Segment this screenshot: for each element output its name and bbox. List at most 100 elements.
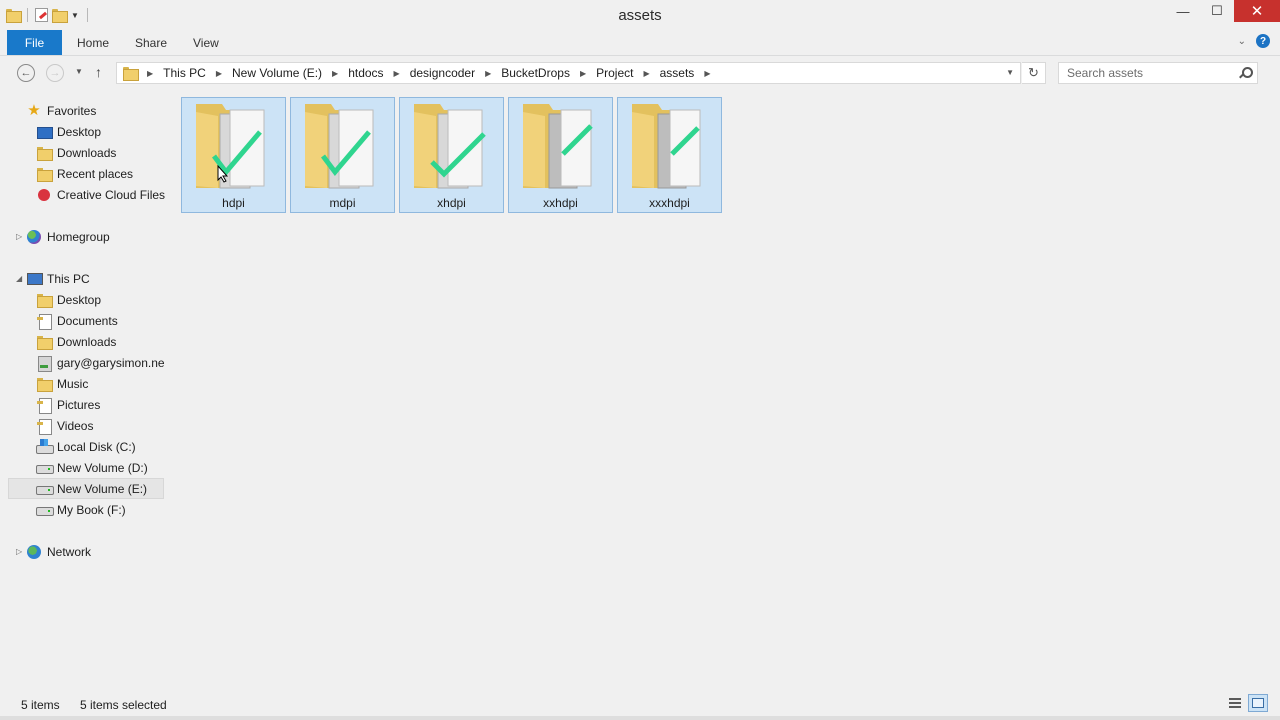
sidebar-network[interactable]: Network [26, 541, 91, 562]
drive-icon [36, 502, 54, 518]
title-bar: ▼ assets — ☐ ✕ [0, 0, 1280, 30]
folder-name: xxxhdpi [649, 196, 690, 210]
drive-icon [36, 481, 54, 497]
videos-folder-icon [36, 418, 52, 435]
maximize-button[interactable]: ☐ [1200, 0, 1234, 22]
tab-view[interactable]: View [193, 36, 219, 50]
sidebar-item-label: Network [47, 544, 92, 559]
search-icon[interactable] [1239, 67, 1253, 79]
sidebar-item-network-drive[interactable]: gary@garysimon.ne [36, 352, 165, 373]
breadcrumb-project[interactable]: Project [596, 66, 633, 80]
navigation-bar: ← → ▼ ↑ ▶ This PC ▶ New Volume (E:) ▶ ht… [0, 56, 1280, 88]
sidebar-favorites[interactable]: ★ Favorites [26, 100, 96, 121]
recent-locations-dropdown-icon[interactable]: ▼ [75, 67, 83, 76]
network-icon [26, 544, 42, 560]
sidebar-item-label: New Volume (D:) [57, 460, 148, 475]
tab-home[interactable]: Home [77, 36, 109, 50]
breadcrumb-assets[interactable]: assets [660, 66, 695, 80]
window-controls: — ☐ ✕ [1166, 0, 1280, 22]
breadcrumb-separator-icon[interactable]: ▶ [147, 69, 153, 78]
folder-checkmark-icon [523, 104, 593, 189]
creative-cloud-icon [36, 187, 52, 203]
sidebar-item-pc-downloads[interactable]: Downloads [36, 331, 116, 352]
folder-tile[interactable]: mdpi [290, 97, 395, 213]
folder-checkmark-icon [632, 104, 701, 189]
folder-name: hdpi [222, 196, 245, 210]
tab-file[interactable]: File [7, 30, 62, 55]
breadcrumb-separator-icon[interactable]: ▶ [704, 69, 710, 78]
minimize-button[interactable]: — [1166, 0, 1200, 22]
breadcrumb-designcoder[interactable]: designcoder [410, 66, 475, 80]
sidebar-item-downloads[interactable]: Downloads [36, 142, 116, 163]
breadcrumb-separator-icon[interactable]: ▶ [216, 69, 222, 78]
music-folder-icon [36, 376, 53, 392]
recent-places-icon [36, 166, 53, 182]
sidebar-item-pc-desktop[interactable]: Desktop [36, 289, 101, 310]
sidebar-item-label: Downloads [57, 145, 117, 160]
large-icons-view-button[interactable] [1248, 694, 1268, 712]
help-icon[interactable]: ? [1256, 34, 1270, 48]
breadcrumb-separator-icon[interactable]: ▶ [485, 69, 491, 78]
expand-homegroup-icon[interactable]: ▷ [16, 232, 22, 241]
sidebar-item-videos[interactable]: Videos [36, 415, 93, 436]
sidebar-item-new-volume-e[interactable]: New Volume (E:) [8, 478, 164, 499]
sidebar-item-label: Music [57, 376, 89, 391]
folder-name: mdpi [329, 196, 356, 210]
sidebar-item-label: My Book (F:) [57, 502, 126, 517]
search-box[interactable] [1058, 62, 1258, 84]
sidebar-item-local-disk-c[interactable]: Local Disk (C:) [36, 436, 136, 457]
address-history-dropdown-icon[interactable]: ▼ [1006, 68, 1014, 77]
documents-icon [36, 313, 52, 330]
details-view-button[interactable] [1225, 694, 1245, 712]
expand-ribbon-chevron-icon[interactable]: ⌄ [1238, 36, 1246, 47]
sidebar-item-label: Recent places [57, 166, 134, 181]
search-input[interactable] [1067, 66, 1232, 80]
sidebar-item-pictures[interactable]: Pictures [36, 394, 100, 415]
breadcrumb-new-volume-e[interactable]: New Volume (E:) [232, 66, 322, 80]
downloads-folder-icon [36, 145, 53, 161]
folder-checkmark-icon [414, 104, 486, 189]
folder-checkmark-icon [196, 104, 265, 189]
folder-tile[interactable]: xxxhdpi [617, 97, 722, 213]
expand-network-icon[interactable]: ▷ [16, 547, 22, 556]
address-bar[interactable]: ▶ This PC ▶ New Volume (E:) ▶ htdocs ▶ d… [116, 62, 1021, 84]
breadcrumb-this-pc[interactable]: This PC [163, 66, 206, 80]
mouse-cursor-icon [217, 165, 229, 183]
computer-icon [26, 271, 43, 287]
breadcrumb-separator-icon[interactable]: ▶ [394, 69, 400, 78]
close-button[interactable]: ✕ [1234, 0, 1280, 22]
breadcrumb-separator-icon[interactable]: ▶ [643, 69, 649, 78]
sidebar-item-creative-cloud[interactable]: Creative Cloud Files [36, 184, 165, 205]
refresh-button[interactable]: ↻ [1022, 62, 1046, 84]
sidebar-item-music[interactable]: Music [36, 373, 88, 394]
sidebar-item-label: Homegroup [47, 229, 110, 244]
window-bottom-border [0, 716, 1280, 720]
forward-button[interactable]: → [46, 64, 64, 82]
breadcrumb-htdocs[interactable]: htdocs [348, 66, 383, 80]
sidebar-homegroup[interactable]: Homegroup [26, 226, 110, 247]
breadcrumb-bucketdrops[interactable]: BucketDrops [501, 66, 570, 80]
details-view-icon [1229, 698, 1241, 708]
folder-tile[interactable]: hdpi [181, 97, 286, 213]
folder-tile[interactable]: xxhdpi [508, 97, 613, 213]
sidebar-this-pc[interactable]: This PC [26, 268, 90, 289]
file-list: hdpi mdpi xhdpi xxhdpi xxxhdpi [170, 92, 1280, 692]
sidebar-item-new-volume-d[interactable]: New Volume (D:) [36, 457, 148, 478]
downloads-folder-icon [36, 334, 53, 350]
breadcrumb-separator-icon[interactable]: ▶ [580, 69, 586, 78]
breadcrumb-separator-icon[interactable]: ▶ [332, 69, 338, 78]
sidebar-item-recent-places[interactable]: Recent places [36, 163, 133, 184]
folder-tile[interactable]: xhdpi [399, 97, 504, 213]
up-button[interactable]: ↑ [95, 64, 102, 80]
sidebar-item-my-book-f[interactable]: My Book (F:) [36, 499, 126, 520]
status-selection: 5 items selected [80, 698, 167, 712]
collapse-this-pc-icon[interactable]: ◢ [16, 274, 22, 283]
sidebar-item-desktop[interactable]: Desktop [36, 121, 101, 142]
drive-icon [36, 460, 54, 476]
status-bar: 5 items 5 items selected [0, 694, 1280, 716]
windows-drive-icon [36, 438, 54, 455]
back-button[interactable]: ← [17, 64, 35, 82]
sidebar-item-documents[interactable]: Documents [36, 310, 118, 331]
navigation-pane: ★ Favorites Desktop Downloads Recent pla… [0, 96, 170, 686]
tab-share[interactable]: Share [135, 36, 167, 50]
